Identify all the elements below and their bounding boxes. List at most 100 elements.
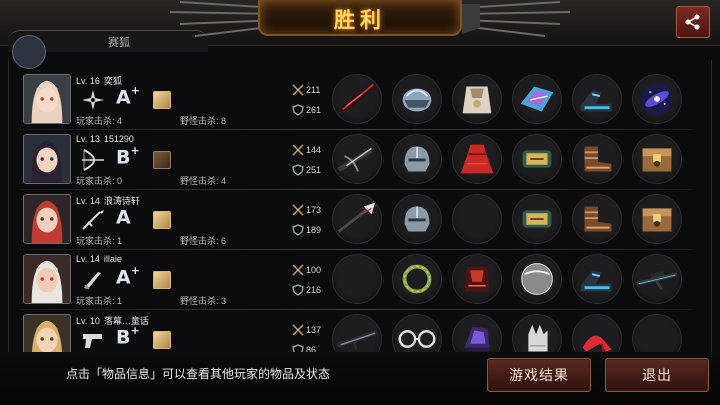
right-divider xyxy=(711,60,712,352)
item-slot[interactable] xyxy=(392,254,442,304)
top-bar: 赛狐 胜利 xyxy=(0,0,720,69)
player-row[interactable]: Lv. 14 illaie A+ 玩家击杀: 1 野怪击杀: 3 100 216 xyxy=(20,252,692,310)
pistol-icon xyxy=(83,334,102,348)
player-name: 落幕…童话 xyxy=(103,316,149,326)
spear-icon xyxy=(82,210,104,230)
avatar[interactable] xyxy=(23,194,71,244)
item-slot[interactable] xyxy=(632,194,682,244)
player-row[interactable]: Lv. 13 151290 B+ 玩家击杀: 0 野怪击杀: 4 144 251 xyxy=(20,132,692,190)
footer-bar: 点击「物品信息」可以查看其他玩家的物品及状态 游戏结果 退出 xyxy=(0,352,720,405)
player-level: Lv. 10 xyxy=(76,316,100,326)
player-level: Lv. 14 xyxy=(76,254,100,264)
rank-grade: B+ xyxy=(116,144,140,169)
player-row[interactable]: Lv. 14 浪涛诗轩 A 玩家击杀: 1 野怪击杀: 6 173 189 xyxy=(20,192,692,250)
empty-slot xyxy=(453,195,501,243)
left-divider xyxy=(8,60,9,352)
steel-helmet-icon xyxy=(404,206,430,232)
share-button[interactable] xyxy=(676,6,710,38)
rank-badge-icon xyxy=(153,331,171,349)
exit-button[interactable]: 退出 xyxy=(605,358,709,392)
leather-boots-icon xyxy=(584,206,612,232)
item-slot[interactable] xyxy=(392,134,442,184)
tab-label: 赛狐 xyxy=(108,37,130,49)
dark-blade-icon xyxy=(336,83,374,116)
player-list[interactable]: Lv. 16 奕狐 A+ 玩家击杀: 4 野怪击杀: 8 211 261 Lv.… xyxy=(20,72,692,358)
shield-icon xyxy=(292,224,304,236)
item-slot[interactable] xyxy=(332,254,382,304)
silver-helmet-icon xyxy=(402,88,432,112)
crossbow-icon xyxy=(337,147,373,172)
item-slot[interactable] xyxy=(332,194,382,244)
item-slot[interactable] xyxy=(452,194,502,244)
item-slot[interactable] xyxy=(572,194,622,244)
player-level: Lv. 14 xyxy=(76,196,100,206)
leather-boots-icon xyxy=(584,146,612,172)
item-slot[interactable] xyxy=(632,74,682,124)
item-slot[interactable] xyxy=(512,254,562,304)
laurel-wreath-icon xyxy=(402,264,432,294)
item-slot[interactable] xyxy=(572,74,622,124)
player-level: Lv. 13 xyxy=(76,134,100,144)
item-slot[interactable] xyxy=(452,254,502,304)
share-icon xyxy=(685,14,700,30)
item-slot[interactable] xyxy=(572,254,622,304)
crossed-swords-icon xyxy=(292,204,304,216)
attack-stat: 100 xyxy=(292,264,321,276)
red-dress-icon xyxy=(460,144,494,174)
rank-grade: A+ xyxy=(116,264,140,289)
avatar[interactable] xyxy=(23,74,71,124)
player-row[interactable]: Lv. 16 奕狐 A+ 玩家击杀: 4 野怪击杀: 8 211 261 xyxy=(20,72,692,130)
player-kills: 玩家击杀: 0 xyxy=(76,176,123,186)
avatar[interactable] xyxy=(23,134,71,184)
treasure-box-icon xyxy=(642,148,672,172)
tab-avatar xyxy=(12,35,46,69)
item-slot[interactable] xyxy=(632,254,682,304)
item-slot[interactable] xyxy=(332,74,382,124)
hint-text: 点击「物品信息」可以查看其他玩家的物品及状态 xyxy=(66,367,331,381)
rank-grade: A+ xyxy=(116,84,140,109)
white-armor-icon xyxy=(462,86,492,114)
attack-stat: 173 xyxy=(292,204,321,216)
rank-badge-icon xyxy=(153,271,171,289)
monster-kills: 野怪击杀: 6 xyxy=(180,236,227,246)
shield-icon xyxy=(292,164,304,176)
defense-stat: 251 xyxy=(292,164,321,176)
attack-stat: 144 xyxy=(292,144,321,156)
item-slot[interactable] xyxy=(512,74,562,124)
game-result-button[interactable]: 游戏结果 xyxy=(487,358,591,392)
item-slot[interactable] xyxy=(392,194,442,244)
player-level: Lv. 16 xyxy=(76,76,100,86)
monster-kills: 野怪击杀: 3 xyxy=(180,296,227,306)
spiked-lance-icon xyxy=(337,202,376,233)
item-slot[interactable] xyxy=(512,134,562,184)
equipment-slots xyxy=(332,134,692,186)
bow-icon xyxy=(82,149,104,171)
item-slot[interactable] xyxy=(452,74,502,124)
sniper-rifle-icon xyxy=(636,270,678,291)
gold-bracer-icon xyxy=(522,210,552,228)
monster-kills: 野怪击杀: 8 xyxy=(180,116,227,126)
player-level-name: Lv. 14 illaie xyxy=(76,254,122,264)
item-slot[interactable] xyxy=(512,194,562,244)
shield-icon xyxy=(292,284,304,296)
steel-disc-icon xyxy=(521,263,553,295)
treasure-box-icon xyxy=(642,208,672,232)
rank-badge-icon xyxy=(153,91,171,109)
player-kills: 玩家击杀: 1 xyxy=(76,236,123,246)
item-slot[interactable] xyxy=(332,134,382,184)
right-wing-ornament xyxy=(460,0,580,44)
item-slot[interactable] xyxy=(392,74,442,124)
monster-kills: 野怪击杀: 4 xyxy=(180,176,227,186)
attack-stat: 211 xyxy=(292,84,320,96)
avatar[interactable] xyxy=(23,254,71,304)
defense-stat: 216 xyxy=(292,284,321,296)
item-slot[interactable] xyxy=(572,134,622,184)
rank-grade: B+ xyxy=(116,324,140,349)
galaxy-orb-icon xyxy=(641,83,673,115)
item-slot[interactable] xyxy=(632,134,682,184)
steel-helmet-icon xyxy=(404,146,430,172)
player-name: 浪涛诗轩 xyxy=(103,196,140,206)
player-name: illaie xyxy=(103,254,122,264)
crossed-swords-icon xyxy=(292,144,304,156)
item-slot[interactable] xyxy=(452,134,502,184)
